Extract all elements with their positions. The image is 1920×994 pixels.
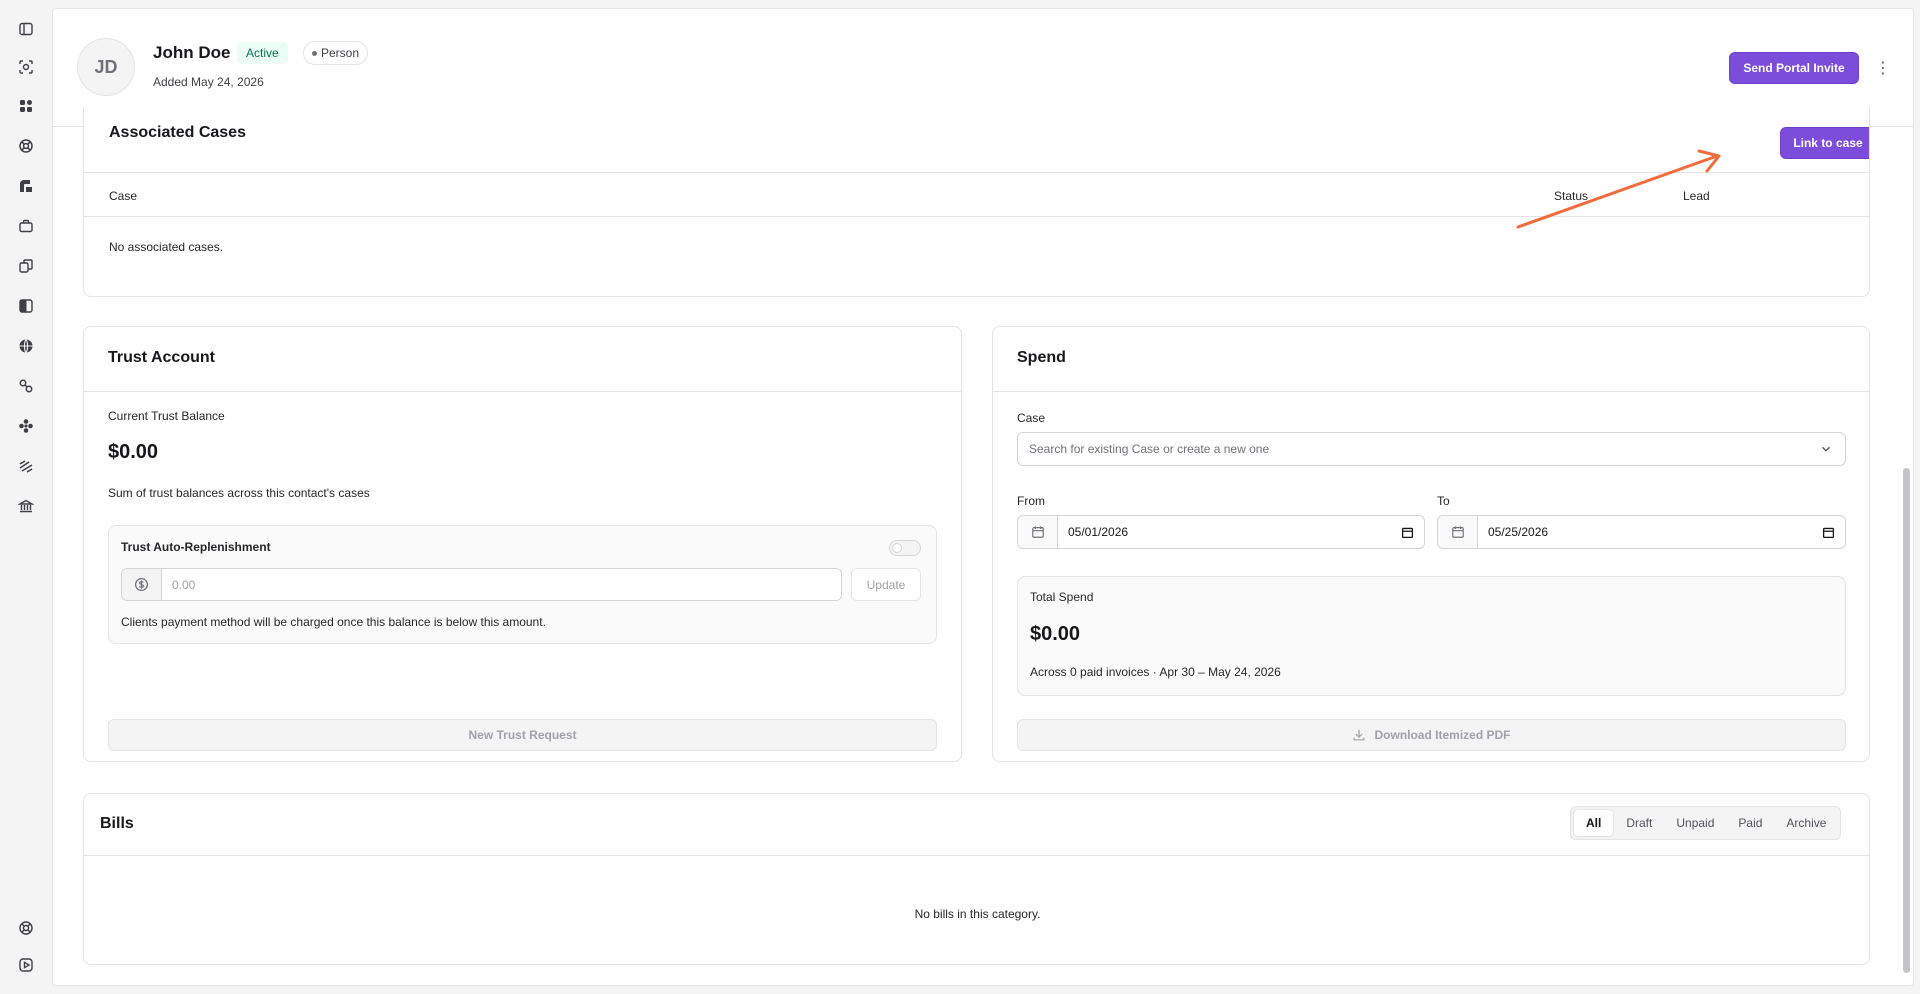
- bills-card: Bills All Draft Unpaid Paid Archive No b…: [83, 793, 1870, 965]
- contacts-icon[interactable]: [16, 416, 36, 436]
- download-label: Download Itemized PDF: [1374, 728, 1511, 742]
- column-header-case[interactable]: Case: [109, 189, 137, 203]
- book-icon[interactable]: [16, 296, 36, 316]
- to-date-field[interactable]: 05/25/2026: [1437, 515, 1846, 549]
- case-label: Case: [1017, 411, 1046, 425]
- spend-card: Spend Case Search for existing Case or c…: [992, 326, 1870, 762]
- more-options-icon[interactable]: ⋮: [1875, 58, 1891, 78]
- divider: [84, 855, 1869, 856]
- from-label: From: [1017, 494, 1045, 508]
- play-icon[interactable]: [16, 955, 36, 975]
- contact-type-badge: Person: [303, 41, 369, 65]
- tab-unpaid[interactable]: Unpaid: [1664, 809, 1726, 837]
- sidebar-toggle-icon[interactable]: [16, 19, 36, 39]
- trust-balance-note: Sum of trust balances across this contac…: [108, 486, 370, 500]
- auto-replenishment-note: Clients payment method will be charged o…: [121, 615, 546, 629]
- to-label: To: [1437, 494, 1450, 508]
- tab-paid[interactable]: Paid: [1726, 809, 1774, 837]
- trust-account-title: Trust Account: [108, 349, 215, 366]
- chevron-down-icon: [1822, 446, 1830, 452]
- documents-icon[interactable]: [16, 256, 36, 276]
- trust-account-card: Trust Account Current Trust Balance $0.0…: [83, 326, 962, 762]
- contact-name: John Doe: [153, 43, 231, 62]
- auto-replenishment-box: Trust Auto-Replenishment Update Clients …: [108, 525, 937, 644]
- from-date-field[interactable]: 05/01/2026: [1017, 515, 1425, 549]
- globe-icon[interactable]: [16, 336, 36, 356]
- tab-archive[interactable]: Archive: [1774, 809, 1838, 837]
- contact-type-label: Person: [321, 46, 360, 60]
- from-date-value: 05/01/2026: [1068, 525, 1129, 539]
- total-spend-label: Total Spend: [1030, 590, 1094, 604]
- no-cases-message: No associated cases.: [109, 240, 224, 254]
- billing-icon[interactable]: [16, 456, 36, 476]
- bills-title: Bills: [100, 815, 134, 832]
- brand-icon[interactable]: [16, 176, 36, 196]
- auto-replenishment-toggle[interactable]: [889, 540, 921, 556]
- bank-icon[interactable]: [16, 496, 36, 516]
- dollar-icon: [122, 569, 162, 600]
- toggle-knob: [892, 543, 902, 553]
- support-icon[interactable]: [16, 136, 36, 156]
- no-bills-message: No bills in this category.: [914, 907, 1041, 921]
- trust-balance-value: $0.00: [108, 441, 159, 463]
- update-button[interactable]: Update: [851, 568, 921, 601]
- avatar: JD: [77, 38, 135, 96]
- calendar-icon: [1438, 516, 1478, 548]
- calendar-picker-icon[interactable]: [1822, 526, 1835, 539]
- link-icon[interactable]: [16, 376, 36, 396]
- divider: [84, 391, 961, 392]
- associated-cases-title: Associated Cases: [109, 124, 246, 141]
- help-icon[interactable]: [16, 918, 36, 938]
- replenish-amount-field: [121, 568, 842, 601]
- total-spend-box: Total Spend $0.00 Across 0 paid invoices…: [1017, 576, 1846, 696]
- total-spend-value: $0.00: [1030, 623, 1081, 645]
- sidebar: [0, 0, 52, 994]
- auto-replenishment-title: Trust Auto-Replenishment: [121, 540, 271, 554]
- link-to-case-button[interactable]: Link to case: [1780, 127, 1869, 159]
- divider: [993, 391, 1869, 392]
- to-date-value: 05/25/2026: [1488, 525, 1549, 539]
- tab-draft[interactable]: Draft: [1614, 809, 1664, 837]
- download-itemized-pdf-button[interactable]: Download Itemized PDF: [1017, 719, 1846, 751]
- added-date: Added May 24, 2026: [153, 75, 264, 89]
- case-select-placeholder: Search for existing Case or create a new…: [1029, 442, 1270, 456]
- total-spend-note: Across 0 paid invoices · Apr 30 – May 24…: [1030, 665, 1281, 679]
- scan-icon[interactable]: [16, 57, 36, 77]
- case-select[interactable]: Search for existing Case or create a new…: [1017, 432, 1846, 466]
- scrollbar-thumb[interactable]: [1903, 468, 1910, 973]
- new-trust-request-button[interactable]: New Trust Request: [108, 719, 937, 751]
- trust-balance-label: Current Trust Balance: [108, 409, 225, 423]
- annotation-arrow: [1516, 149, 1721, 229]
- status-badge: Active: [237, 42, 288, 64]
- from-date-input[interactable]: 05/01/2026: [1058, 516, 1424, 548]
- download-icon: [1354, 729, 1365, 741]
- to-date-input[interactable]: 05/25/2026: [1478, 516, 1845, 548]
- briefcase-icon[interactable]: [16, 216, 36, 236]
- spend-title: Spend: [1017, 349, 1066, 366]
- replenish-amount-input[interactable]: [162, 569, 841, 600]
- dot-icon: [312, 50, 317, 56]
- calendar-icon: [1018, 516, 1058, 548]
- bills-filter-tabs: All Draft Unpaid Paid Archive: [1570, 806, 1842, 840]
- main-panel: JD John Doe Active Person Added May 24, …: [52, 8, 1914, 986]
- tab-all[interactable]: All: [1573, 809, 1615, 837]
- calendar-picker-icon[interactable]: [1401, 526, 1414, 539]
- send-portal-invite-button[interactable]: Send Portal Invite: [1729, 52, 1859, 84]
- dashboard-icon[interactable]: [16, 96, 36, 116]
